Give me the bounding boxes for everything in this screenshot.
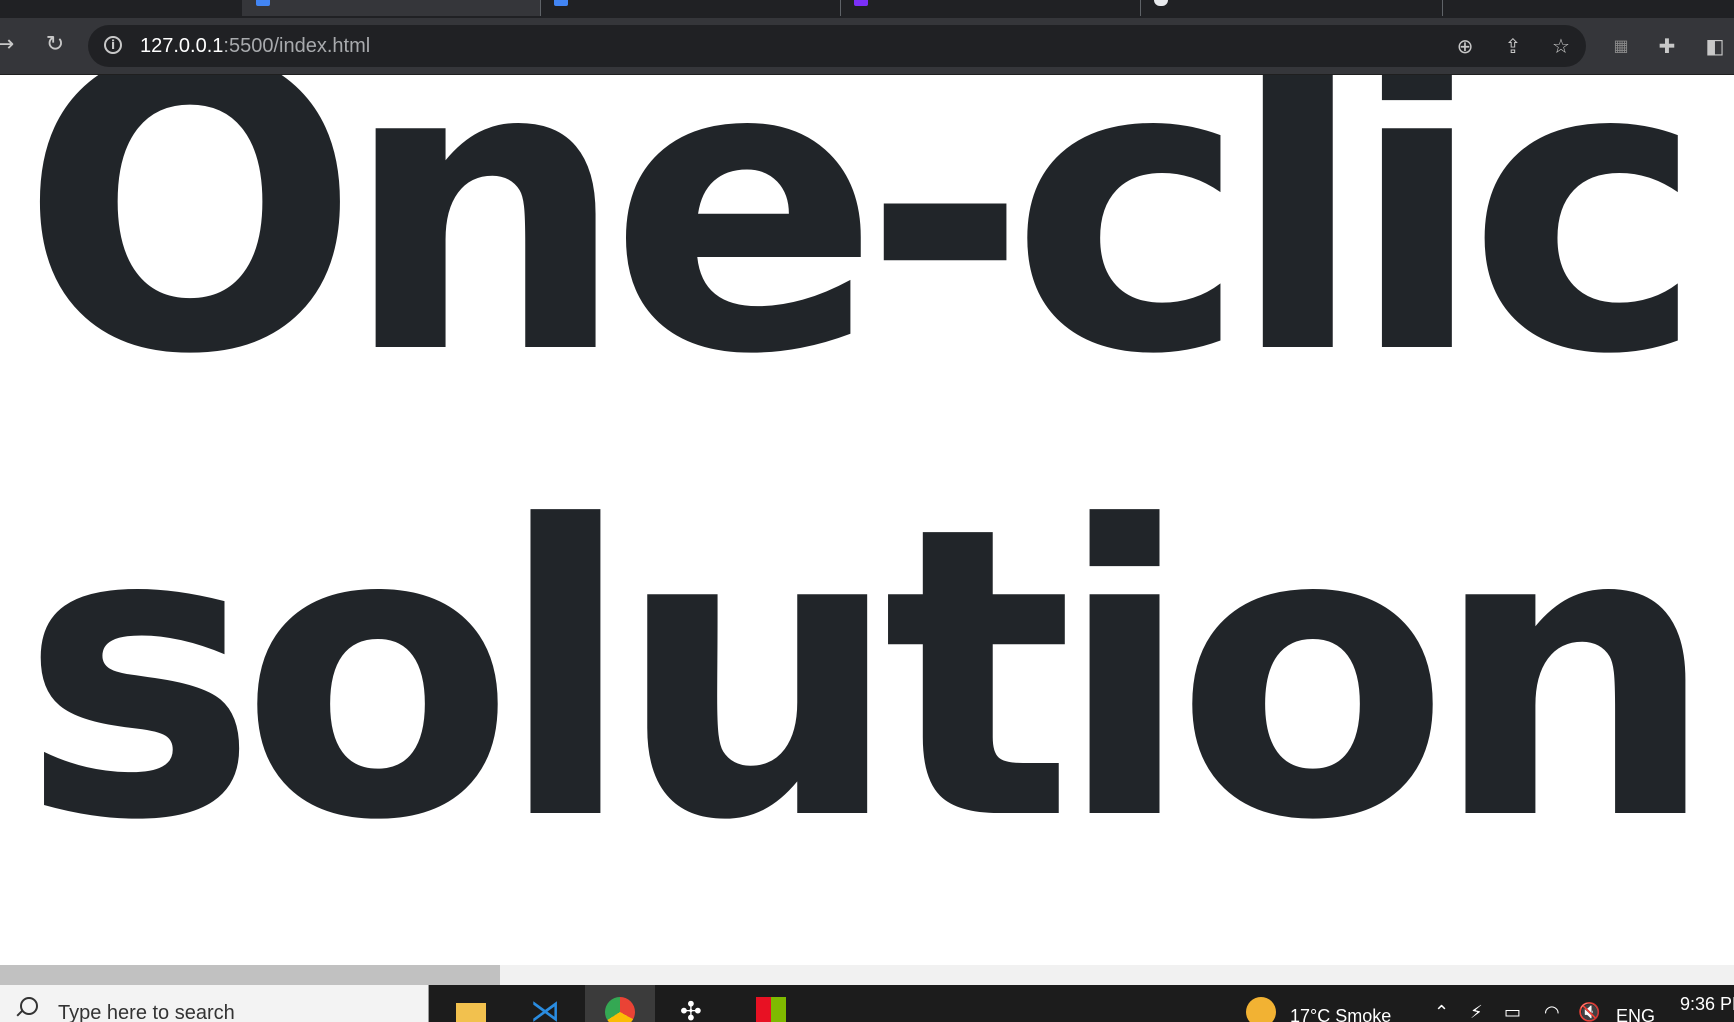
headline-line-1: One-clic [20, 75, 1705, 442]
zoom-icon[interactable]: ⊕ [1452, 33, 1478, 59]
chevron-up-icon[interactable]: ⌃ [1434, 1003, 1449, 1022]
file-explorer-button[interactable] [436, 985, 506, 1022]
browser-toolbar: → ↻ i 127.0.0.1:5500/index.html ⊕ ⇪ ☆ ▦ … [0, 18, 1734, 75]
tab[interactable] [840, 0, 1141, 16]
info-icon[interactable]: i [104, 36, 122, 54]
reload-icon[interactable]: ↻ [40, 30, 70, 60]
url-host: 127.0.0.1 [140, 35, 224, 57]
tab[interactable] [540, 0, 841, 16]
weather-text[interactable]: 17°C Smoke [1290, 1005, 1391, 1022]
tab-strip [0, 0, 1734, 18]
headline-line-2: solution [20, 443, 1717, 908]
taskbar: Type here to search ⋊ ✣ 17°C Smoke ⌃ ⚡ ▭… [0, 985, 1734, 1022]
bookmark-star-icon[interactable]: ☆ [1548, 33, 1574, 59]
network-icon[interactable]: ⚡ [1470, 1003, 1483, 1022]
vscode-button[interactable]: ⋊ [510, 985, 580, 1022]
taskbar-search[interactable]: Type here to search [0, 985, 429, 1022]
weather-icon[interactable] [1246, 997, 1276, 1022]
app-favicon-icon [854, 0, 868, 6]
chrome-icon [605, 997, 635, 1022]
file-explorer-icon [456, 1003, 486, 1022]
battery-icon[interactable]: ▭ [1504, 1003, 1521, 1022]
tab[interactable] [1140, 0, 1443, 16]
url-path: :5500/index.html [223, 35, 371, 57]
language-indicator[interactable]: ENG [1616, 1005, 1655, 1022]
hero-headline: One-clic solution [20, 75, 1734, 909]
address-bar[interactable]: i 127.0.0.1:5500/index.html ⊕ ⇪ ☆ [88, 25, 1586, 67]
slack-button[interactable]: ✣ [660, 985, 730, 1022]
ms-app-button[interactable] [736, 985, 806, 1022]
search-icon [20, 997, 38, 1015]
scrollbar-thumb[interactable] [0, 965, 500, 985]
globe-favicon-icon [1154, 0, 1168, 6]
volume-muted-icon[interactable]: 🔇 [1578, 1003, 1600, 1022]
vscode-icon: ⋊ [530, 994, 560, 1022]
slack-icon: ✣ [680, 997, 702, 1022]
horizontal-scrollbar[interactable] [0, 965, 1734, 985]
url-text[interactable]: 127.0.0.1:5500/index.html [140, 34, 370, 58]
chrome-button[interactable] [585, 985, 655, 1022]
forward-arrow-icon[interactable]: → [0, 30, 20, 60]
search-placeholder: Type here to search [58, 1002, 235, 1022]
tab[interactable] [242, 0, 541, 16]
side-panel-icon[interactable]: ◧ [1700, 31, 1730, 61]
doc-favicon-icon [256, 0, 270, 6]
extension-icon[interactable]: ▦ [1606, 31, 1636, 61]
wifi-icon[interactable]: ◠ [1544, 1003, 1560, 1022]
puzzle-icon[interactable]: ✚ [1652, 31, 1682, 61]
ms-app-icon [756, 997, 786, 1022]
doc-favicon-icon [554, 0, 568, 6]
page-viewport: One-clic solution [0, 75, 1734, 965]
share-icon[interactable]: ⇪ [1500, 33, 1526, 59]
clock-time[interactable]: 9:36 PM [1680, 993, 1734, 1015]
